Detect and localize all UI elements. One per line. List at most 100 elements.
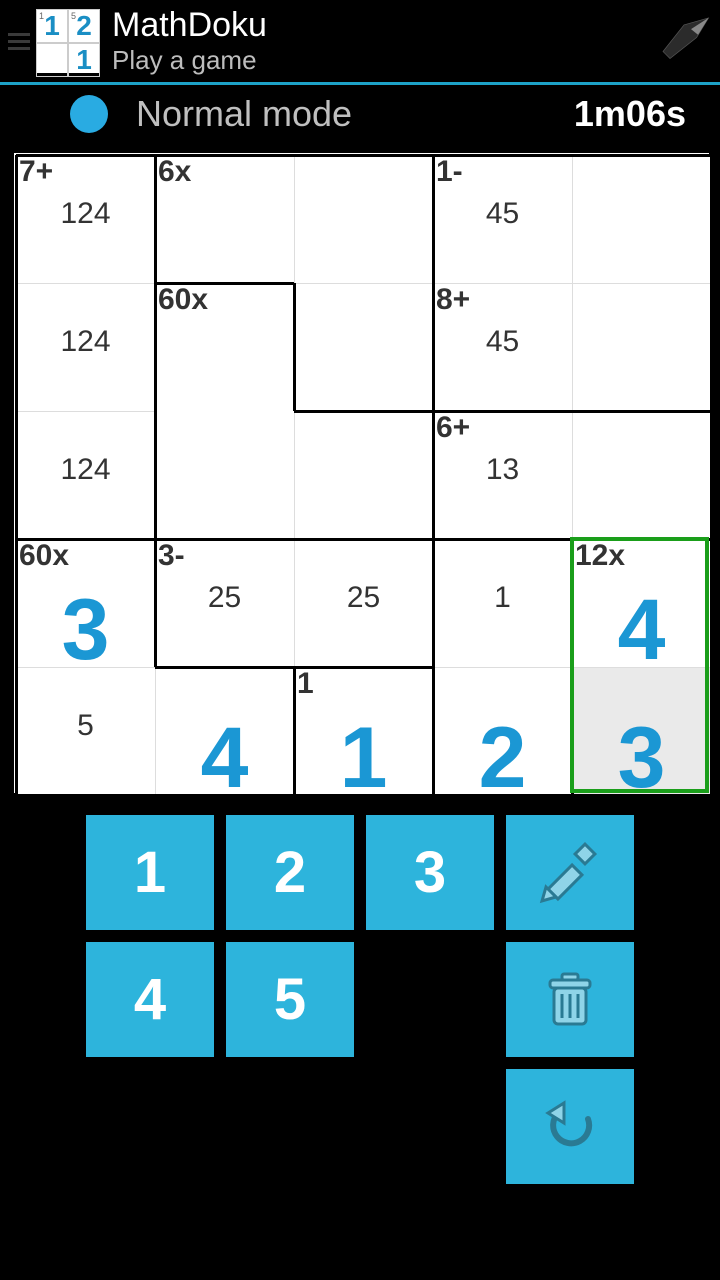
key-empty xyxy=(366,942,494,1057)
key-delete[interactable] xyxy=(506,942,634,1057)
cell-r1-c4[interactable] xyxy=(572,283,711,411)
cell-value: 2 xyxy=(433,715,572,801)
cell-r1-c1[interactable]: 60x xyxy=(155,283,294,411)
cage-border xyxy=(154,155,157,667)
cell-r3-c1[interactable]: 3-25 xyxy=(155,539,294,667)
pen-nib-icon[interactable] xyxy=(642,16,712,66)
cage-border xyxy=(710,155,713,795)
grid-line xyxy=(294,155,295,283)
keypad: 1 2 3 4 5 xyxy=(0,815,720,1184)
cell-notes: 124 xyxy=(16,197,155,231)
cell-value: 4 xyxy=(572,587,711,673)
cell-value: 3 xyxy=(572,715,711,801)
cell-r4-c1[interactable]: 4 xyxy=(155,667,294,795)
cage-label: 1- xyxy=(436,157,463,187)
mode-label: Normal mode xyxy=(136,93,574,135)
grid-line xyxy=(572,283,573,411)
grid-line xyxy=(155,667,156,795)
app-title: MathDoku xyxy=(112,6,642,45)
cage-label: 60x xyxy=(19,541,69,571)
key-3[interactable]: 3 xyxy=(366,815,494,930)
grid-line xyxy=(294,539,295,667)
grid-line xyxy=(572,155,573,283)
key-5[interactable]: 5 xyxy=(226,942,354,1057)
cell-notes: 124 xyxy=(16,325,155,359)
cage-border xyxy=(432,667,435,795)
cell-r1-c3[interactable]: 8+45 xyxy=(433,283,572,411)
grid-line xyxy=(572,667,711,668)
cage-border xyxy=(433,410,711,413)
undo-icon xyxy=(538,1095,602,1159)
cage-border xyxy=(293,283,296,411)
grid-line xyxy=(433,667,572,668)
mode-bar: Normal mode 1m06s xyxy=(0,85,720,143)
mode-indicator-dot xyxy=(70,95,108,133)
cage-border xyxy=(155,282,294,285)
cage-label: 3- xyxy=(158,541,185,571)
cell-r0-c3[interactable]: 1-45 xyxy=(433,155,572,283)
key-1[interactable]: 1 xyxy=(86,815,214,930)
cell-notes: 45 xyxy=(433,325,572,359)
grid-line xyxy=(16,411,155,412)
cell-r1-c0[interactable]: 124 xyxy=(16,283,155,411)
cell-r3-c2[interactable]: 25 xyxy=(294,539,433,667)
app-subtitle: Play a game xyxy=(112,45,642,76)
cell-notes: 124 xyxy=(16,453,155,487)
cage-border xyxy=(16,538,711,541)
cage-label: 1 xyxy=(297,669,314,699)
cell-r4-c0[interactable]: 5 xyxy=(16,667,155,795)
menu-icon[interactable] xyxy=(8,29,30,54)
cell-r2-c3[interactable]: 6+13 xyxy=(433,411,572,539)
timer: 1m06s xyxy=(574,93,686,135)
cage-label: 12x xyxy=(575,541,625,571)
cage-label: 7+ xyxy=(19,157,53,187)
cell-value: 3 xyxy=(16,587,155,673)
cell-r4-c4[interactable]: 3 xyxy=(572,667,711,795)
cage-border xyxy=(15,155,18,795)
cell-notes: 5 xyxy=(16,709,155,743)
game-board[interactable]: 7+1246x1-4512460x8+451246+1360x33-252511… xyxy=(14,153,709,793)
grid-line xyxy=(16,283,155,284)
cell-r4-c2[interactable]: 11 xyxy=(294,667,433,795)
app-header: 11 52 1 MathDoku Play a game xyxy=(0,0,720,85)
cell-r4-c3[interactable]: 2 xyxy=(433,667,572,795)
cell-r3-c4[interactable]: 12x4 xyxy=(572,539,711,667)
cage-label: 6+ xyxy=(436,413,470,443)
cell-notes: 13 xyxy=(433,453,572,487)
cell-value: 4 xyxy=(155,715,294,801)
cell-value: 1 xyxy=(294,715,433,801)
cell-r0-c4[interactable] xyxy=(572,155,711,283)
key-pencil[interactable] xyxy=(506,815,634,930)
trash-icon xyxy=(538,968,602,1032)
key-undo[interactable] xyxy=(506,1069,634,1184)
cell-r0-c2[interactable] xyxy=(294,155,433,283)
cell-r0-c0[interactable]: 7+124 xyxy=(16,155,155,283)
key-2[interactable]: 2 xyxy=(226,815,354,930)
cell-notes: 25 xyxy=(155,581,294,615)
cell-r3-c3[interactable]: 1 xyxy=(433,539,572,667)
app-icon: 11 52 1 xyxy=(36,9,100,73)
cell-notes: 1 xyxy=(433,581,572,615)
cage-label: 6x xyxy=(158,157,191,187)
grid-line xyxy=(16,667,155,668)
cage-border xyxy=(293,667,296,795)
cage-border xyxy=(432,155,435,667)
cell-r2-c0[interactable]: 124 xyxy=(16,411,155,539)
grid-line xyxy=(572,411,573,539)
cell-r2-c2[interactable] xyxy=(294,411,433,539)
key-4[interactable]: 4 xyxy=(86,942,214,1057)
cell-r3-c0[interactable]: 60x3 xyxy=(16,539,155,667)
pencil-icon xyxy=(538,841,602,905)
cell-r2-c1[interactable] xyxy=(155,411,294,539)
cage-border xyxy=(571,539,574,795)
cage-border xyxy=(16,154,711,157)
cage-label: 8+ xyxy=(436,285,470,315)
cage-border xyxy=(16,794,711,797)
cage-border xyxy=(294,410,433,413)
cage-label: 60x xyxy=(158,285,208,315)
cell-r0-c1[interactable]: 6x xyxy=(155,155,294,283)
cell-notes: 25 xyxy=(294,581,433,615)
cell-r1-c2[interactable] xyxy=(294,283,433,411)
cell-r2-c4[interactable] xyxy=(572,411,711,539)
cell-notes: 45 xyxy=(433,197,572,231)
